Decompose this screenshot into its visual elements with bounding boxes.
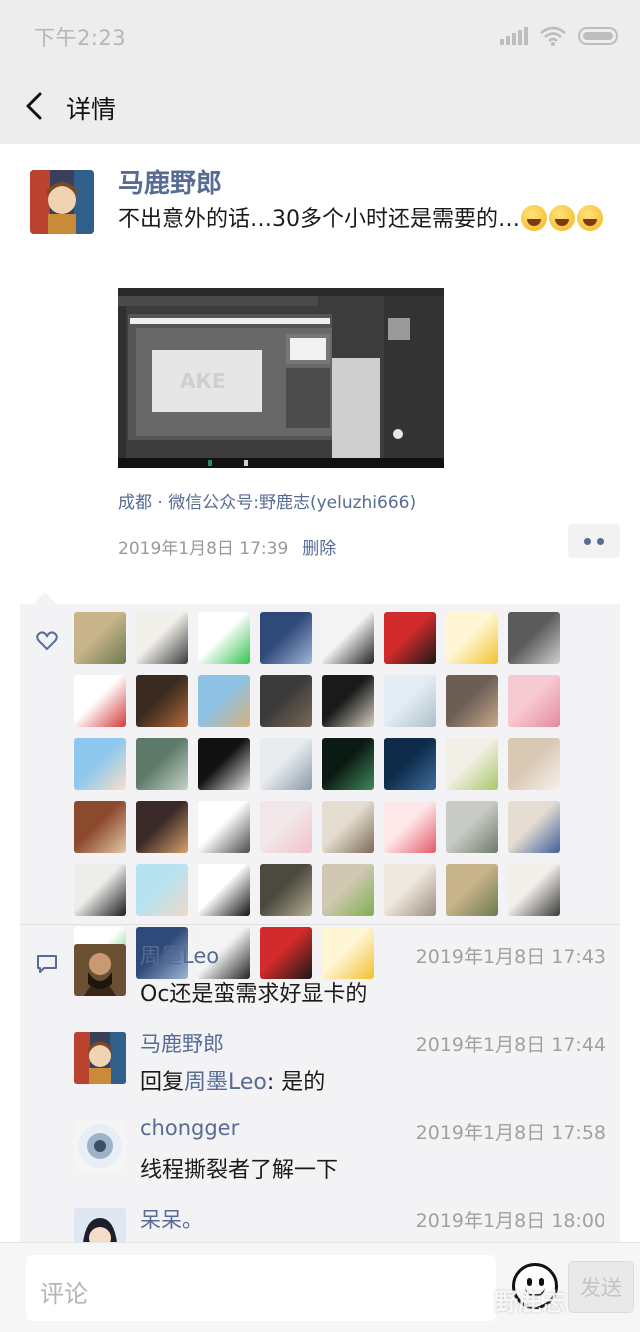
liker-avatar[interactable] xyxy=(136,801,188,853)
comment-input[interactable]: 评论 xyxy=(26,1255,496,1321)
liker-avatar[interactable] xyxy=(508,738,560,790)
liker-avatar[interactable] xyxy=(446,675,498,727)
reply-prefix: 回复 xyxy=(140,1070,185,1095)
heart-icon xyxy=(36,631,58,651)
post-text-content: 不出意外的话…30多个小时还是需要的… xyxy=(118,207,520,232)
liker-avatar[interactable] xyxy=(322,738,374,790)
liker-avatar[interactable] xyxy=(508,864,560,916)
delete-link[interactable]: 删除 xyxy=(302,539,336,559)
signal-icon xyxy=(500,27,528,45)
divider xyxy=(20,924,620,925)
author-name[interactable]: 马鹿野郎 xyxy=(118,163,222,200)
liker-avatar[interactable] xyxy=(260,675,312,727)
liker-avatar[interactable] xyxy=(446,612,498,664)
liker-avatar[interactable] xyxy=(260,801,312,853)
liker-avatar[interactable] xyxy=(136,675,188,727)
more-actions-button[interactable] xyxy=(568,524,620,558)
liker-avatar[interactable] xyxy=(74,675,126,727)
liker-avatar[interactable] xyxy=(136,864,188,916)
post-text: 不出意外的话…30多个小时还是需要的… xyxy=(118,203,608,237)
laughing-emoji-icon xyxy=(549,205,575,231)
liker-avatar[interactable] xyxy=(198,801,250,853)
commenter-avatar[interactable] xyxy=(74,944,126,996)
wifi-icon xyxy=(540,26,566,46)
status-time: 下午2:23 xyxy=(34,26,127,50)
liker-avatar[interactable] xyxy=(322,864,374,916)
laughing-emoji-icon xyxy=(521,205,547,231)
liker-avatar[interactable] xyxy=(322,801,374,853)
commenter-avatar[interactable] xyxy=(74,1120,126,1172)
comment-input-bar: 评论 发送 xyxy=(0,1242,640,1332)
liker-avatar[interactable] xyxy=(446,864,498,916)
status-icons xyxy=(500,24,618,48)
liker-avatar[interactable] xyxy=(446,738,498,790)
comment-time: 2019年1月8日 17:43 xyxy=(415,946,606,968)
liker-avatar[interactable] xyxy=(322,675,374,727)
comment-text: Oc还是蛮需求好显卡的 xyxy=(140,982,368,1007)
reply-to-name[interactable]: 周墨Leo xyxy=(184,1070,267,1095)
comment-icon xyxy=(37,955,57,973)
liker-avatar[interactable] xyxy=(384,612,436,664)
panel-arrow xyxy=(34,592,56,604)
commenter-name[interactable]: 周墨Leo xyxy=(140,940,219,970)
liker-avatar[interactable] xyxy=(198,612,250,664)
page-title: 详情 xyxy=(66,95,117,124)
liker-avatar[interactable] xyxy=(74,612,126,664)
svg-text:АКЕ: АКЕ xyxy=(180,369,226,393)
liker-avatar[interactable] xyxy=(260,612,312,664)
laughing-emoji-icon xyxy=(577,205,603,231)
location-link[interactable]: 成都 · 微信公众号:野鹿志(yeluzhi666) xyxy=(118,488,416,513)
post-image[interactable]: АКЕ xyxy=(118,288,444,468)
commenter-name[interactable]: chongger xyxy=(140,1116,239,1140)
commenter-name[interactable]: 呆呆。 xyxy=(140,1204,203,1234)
commenter-avatar[interactable] xyxy=(74,1032,126,1084)
liker-avatar[interactable] xyxy=(198,675,250,727)
status-bar: 下午2:23 xyxy=(0,0,640,70)
likes-comments-panel: 周墨Leo 2019年1月8日 17:43 Oc还是蛮需求好显卡的 马鹿野郎 2… xyxy=(20,604,620,1244)
send-button[interactable]: 发送 xyxy=(568,1261,634,1313)
liker-avatar[interactable] xyxy=(198,738,250,790)
comment-item[interactable]: 呆呆。 2019年1月8日 18:00 xyxy=(74,1194,604,1244)
liker-avatar[interactable] xyxy=(508,801,560,853)
comment-time: 2019年1月8日 17:44 xyxy=(415,1034,606,1056)
liker-avatar[interactable] xyxy=(74,801,126,853)
liker-avatar[interactable] xyxy=(260,738,312,790)
liker-avatar[interactable] xyxy=(384,738,436,790)
liker-avatar[interactable] xyxy=(384,864,436,916)
comment-item[interactable]: chongger 2019年1月8日 17:58 线程撕裂者了解一下 xyxy=(74,1106,606,1186)
comment-item[interactable]: 周墨Leo 2019年1月8日 17:43 Oc还是蛮需求好显卡的 xyxy=(74,930,606,1010)
reply-text: : 是的 xyxy=(266,1070,326,1095)
commenter-avatar[interactable] xyxy=(74,1208,126,1244)
comment-text: 回复周墨Leo: 是的 xyxy=(140,1064,325,1096)
comment-text: 线程撕裂者了解一下 xyxy=(140,1158,339,1183)
liker-avatar[interactable] xyxy=(446,801,498,853)
author-avatar[interactable] xyxy=(30,170,94,234)
emoji-icon[interactable] xyxy=(512,1263,558,1309)
comment-time: 2019年1月8日 17:58 xyxy=(415,1122,606,1144)
liker-avatar[interactable] xyxy=(384,675,436,727)
liker-avatar[interactable] xyxy=(322,612,374,664)
liker-avatar[interactable] xyxy=(260,864,312,916)
liker-avatar[interactable] xyxy=(136,612,188,664)
liker-avatar[interactable] xyxy=(384,801,436,853)
comment-item[interactable]: 马鹿野郎 2019年1月8日 17:44 回复周墨Leo: 是的 xyxy=(74,1018,606,1098)
nav-bar: 详情 xyxy=(0,70,640,144)
commenter-name[interactable]: 马鹿野郎 xyxy=(140,1028,224,1058)
liker-avatar[interactable] xyxy=(74,738,126,790)
battery-icon xyxy=(578,27,618,45)
liker-avatar[interactable] xyxy=(198,864,250,916)
liker-avatar[interactable] xyxy=(74,864,126,916)
post-meta: 2019年1月8日 17:39 删除 xyxy=(118,534,336,559)
back-arrow-icon[interactable] xyxy=(20,88,56,124)
comment-time: 2019年1月8日 18:00 xyxy=(415,1210,604,1232)
post-time: 2019年1月8日 17:39 xyxy=(118,539,289,559)
liker-avatar[interactable] xyxy=(508,612,560,664)
liker-avatar[interactable] xyxy=(136,738,188,790)
liker-avatar[interactable] xyxy=(508,675,560,727)
